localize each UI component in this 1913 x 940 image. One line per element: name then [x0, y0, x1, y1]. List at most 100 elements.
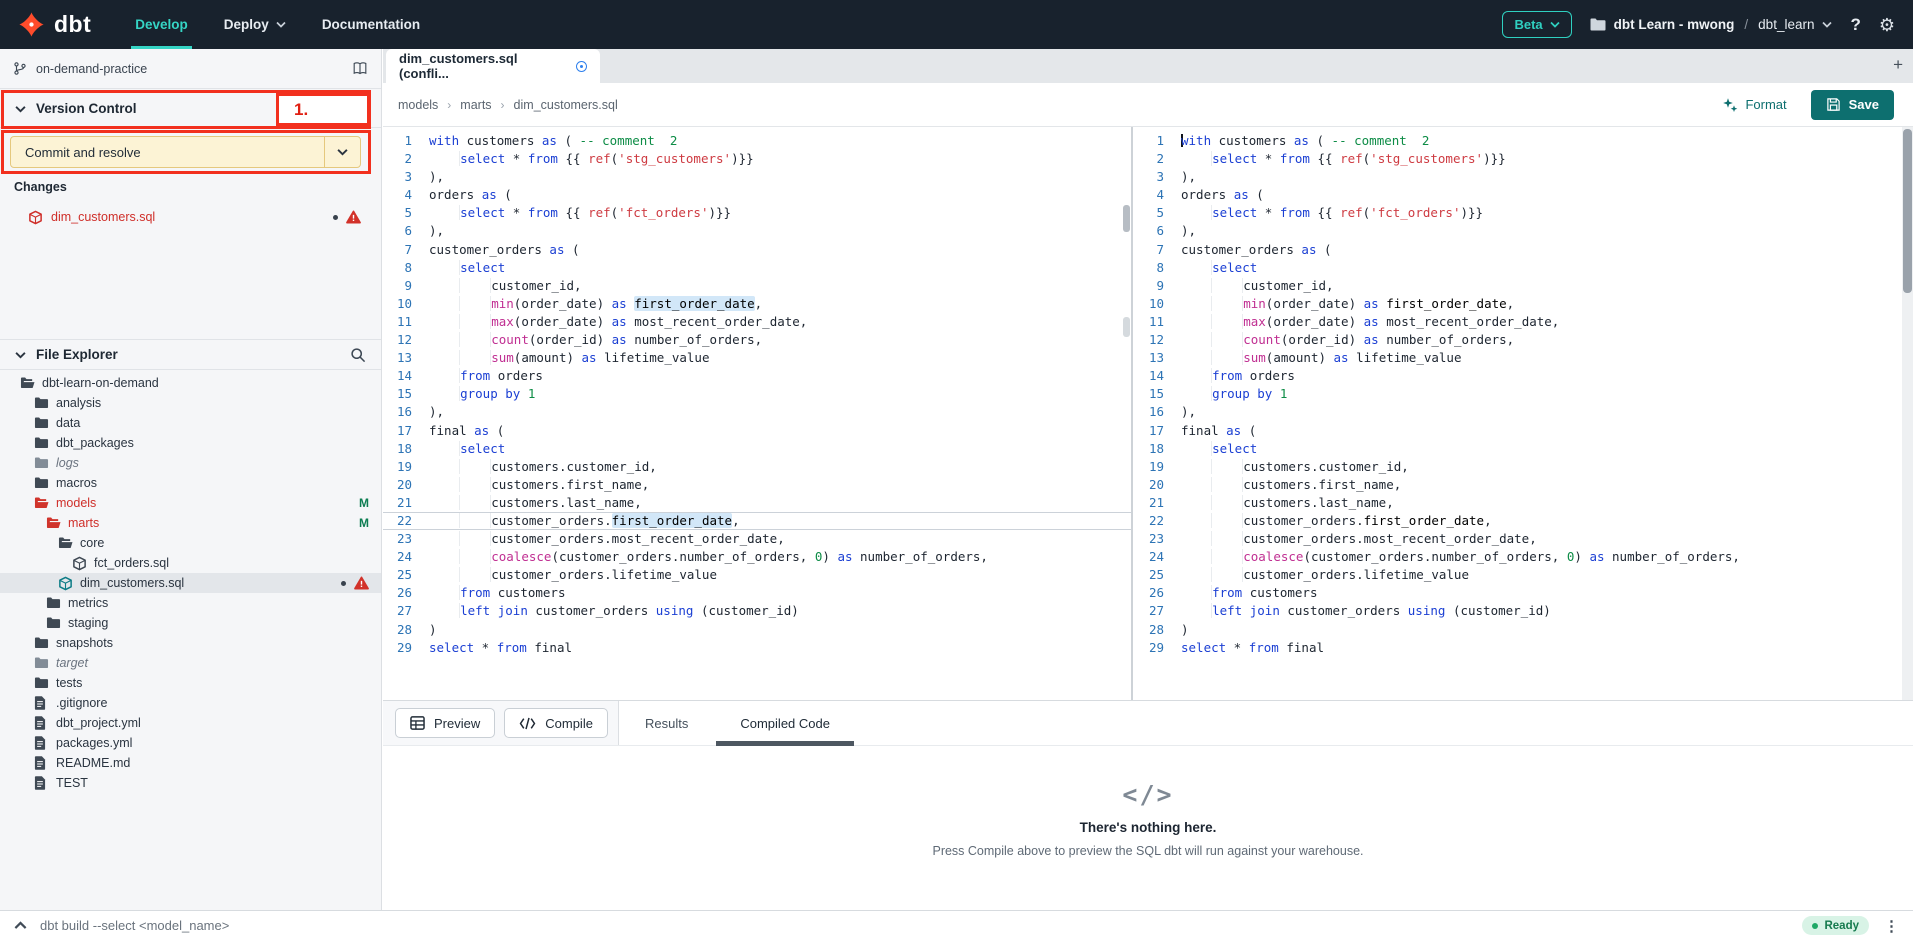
code-line-15[interactable]: 15 group by 1	[383, 385, 1131, 403]
code-line-7[interactable]: 7customer_orders as (	[1135, 241, 1913, 259]
chevron-up-icon[interactable]	[14, 921, 27, 930]
editor-tab[interactable]: dim_customers.sql (confli...	[386, 49, 600, 83]
code-line-13[interactable]: 13 sum(amount) as lifetime_value	[1135, 349, 1913, 367]
code-line-5[interactable]: 5 select * from {{ ref('fct_orders')}}	[1135, 204, 1913, 222]
code-line-9[interactable]: 9 customer_id,	[1135, 277, 1913, 295]
tree-item-macros[interactable]: macros	[0, 473, 381, 493]
code-line-9[interactable]: 9 customer_id,	[383, 277, 1131, 295]
code-line-25[interactable]: 25 customer_orders.lifetime_value	[383, 566, 1131, 584]
code-line-13[interactable]: 13 sum(amount) as lifetime_value	[383, 349, 1131, 367]
breadcrumb-marts[interactable]: marts	[460, 98, 491, 112]
code-line-18[interactable]: 18 select	[383, 440, 1131, 458]
preview-button[interactable]: Preview	[395, 708, 495, 738]
code-line-4[interactable]: 4orders as (	[1135, 186, 1913, 204]
tree-item-snapshots[interactable]: snapshots	[0, 633, 381, 653]
breadcrumb-models[interactable]: models	[398, 98, 438, 112]
code-line-24[interactable]: 24 coalesce(customer_orders.number_of_or…	[383, 548, 1131, 566]
code-line-28[interactable]: 28)	[383, 621, 1131, 639]
command-input[interactable]: dbt build --select <model_name>	[40, 918, 229, 933]
code-line-20[interactable]: 20 customers.first_name,	[383, 476, 1131, 494]
code-line-14[interactable]: 14 from orders	[1135, 367, 1913, 385]
code-line-10[interactable]: 10 min(order_date) as first_order_date,	[383, 295, 1131, 313]
code-line-25[interactable]: 25 customer_orders.lifetime_value	[1135, 566, 1913, 584]
code-line-29[interactable]: 29select * from final	[1135, 639, 1913, 657]
tree-item--gitignore[interactable]: .gitignore	[0, 693, 381, 713]
code-line-18[interactable]: 18 select	[1135, 440, 1913, 458]
code-line-19[interactable]: 19 customers.customer_id,	[383, 458, 1131, 476]
tree-item-staging[interactable]: staging	[0, 613, 381, 633]
code-line-26[interactable]: 26 from customers	[383, 584, 1131, 602]
format-button[interactable]: Format	[1722, 97, 1786, 113]
code-line-2[interactable]: 2 select * from {{ ref('stg_customers')}…	[1135, 150, 1913, 168]
tree-item-metrics[interactable]: metrics	[0, 593, 381, 613]
tree-item-fct-orders-sql[interactable]: fct_orders.sql	[0, 553, 381, 573]
code-line-3[interactable]: 3),	[383, 168, 1131, 186]
code-pane-left[interactable]: 1with customers as ( -- comment 22 selec…	[383, 127, 1133, 700]
code-line-11[interactable]: 11 max(order_date) as most_recent_order_…	[383, 313, 1131, 331]
compile-button[interactable]: Compile	[504, 708, 608, 738]
code-line-17[interactable]: 17final as (	[383, 422, 1131, 440]
tree-item-readme-md[interactable]: README.md	[0, 753, 381, 773]
code-line-10[interactable]: 10 min(order_date) as first_order_date,	[1135, 295, 1913, 313]
code-line-14[interactable]: 14 from orders	[383, 367, 1131, 385]
nav-deploy[interactable]: Deploy	[224, 0, 286, 49]
docs-book-icon[interactable]	[352, 61, 368, 76]
code-line-22[interactable]: 22 customer_orders.first_order_date,	[1135, 512, 1913, 530]
save-button[interactable]: Save	[1811, 90, 1894, 120]
code-line-21[interactable]: 21 customers.last_name,	[1135, 494, 1913, 512]
tree-item-data[interactable]: data	[0, 413, 381, 433]
project-switcher[interactable]: dbt Learn - mwong / dbt_learn	[1590, 17, 1833, 32]
right-pane-scrollbar-track[interactable]	[1902, 127, 1913, 700]
code-line-5[interactable]: 5 select * from {{ ref('fct_orders')}}	[383, 204, 1131, 222]
tree-item-dim-customers-sql[interactable]: dim_customers.sql	[0, 573, 381, 593]
tree-item-logs[interactable]: logs	[0, 453, 381, 473]
code-line-11[interactable]: 11 max(order_date) as most_recent_order_…	[1135, 313, 1913, 331]
code-line-24[interactable]: 24 coalesce(customer_orders.number_of_or…	[1135, 548, 1913, 566]
code-line-1[interactable]: 1with customers as ( -- comment 2	[1135, 132, 1913, 150]
code-line-26[interactable]: 26 from customers	[1135, 584, 1913, 602]
commit-dropdown-caret[interactable]	[324, 137, 360, 167]
code-line-28[interactable]: 28)	[1135, 621, 1913, 639]
code-line-12[interactable]: 12 count(order_id) as number_of_orders,	[1135, 331, 1913, 349]
code-line-1[interactable]: 1with customers as ( -- comment 2	[383, 132, 1131, 150]
gear-icon[interactable]: ⚙	[1879, 16, 1895, 34]
tree-item-dbt-project-yml[interactable]: dbt_project.yml	[0, 713, 381, 733]
kebab-menu-icon[interactable]: ⋮	[1884, 917, 1899, 935]
code-line-7[interactable]: 7customer_orders as (	[383, 241, 1131, 259]
tab-results[interactable]: Results	[619, 701, 714, 745]
nav-documentation[interactable]: Documentation	[322, 0, 420, 49]
breadcrumb-file[interactable]: dim_customers.sql	[514, 98, 618, 112]
code-line-3[interactable]: 3),	[1135, 168, 1913, 186]
code-line-15[interactable]: 15 group by 1	[1135, 385, 1913, 403]
tree-item-test[interactable]: TEST	[0, 773, 381, 793]
code-line-29[interactable]: 29select * from final	[383, 639, 1131, 657]
code-pane-right[interactable]: 1with customers as ( -- comment 22 selec…	[1135, 127, 1913, 700]
tab-compiled-code[interactable]: Compiled Code	[714, 701, 856, 745]
code-line-27[interactable]: 27 left join customer_orders using (cust…	[1135, 602, 1913, 620]
file-explorer-header[interactable]: File Explorer	[0, 339, 381, 370]
code-line-27[interactable]: 27 left join customer_orders using (cust…	[383, 602, 1131, 620]
tree-item-tests[interactable]: tests	[0, 673, 381, 693]
help-icon[interactable]: ?	[1850, 15, 1860, 35]
nav-develop[interactable]: Develop	[135, 0, 188, 49]
code-line-23[interactable]: 23 customer_orders.most_recent_order_dat…	[1135, 530, 1913, 548]
beta-toggle[interactable]: Beta	[1502, 11, 1571, 38]
tree-item-analysis[interactable]: analysis	[0, 393, 381, 413]
left-pane-scrollbar-thumb[interactable]	[1123, 205, 1130, 232]
code-line-21[interactable]: 21 customers.last_name,	[383, 494, 1131, 512]
code-line-16[interactable]: 16),	[383, 403, 1131, 421]
code-line-6[interactable]: 6),	[383, 222, 1131, 240]
code-line-6[interactable]: 6),	[1135, 222, 1913, 240]
branch-row[interactable]: on-demand-practice	[0, 49, 381, 89]
tree-item-marts[interactable]: martsM	[0, 513, 381, 533]
tree-item-dbt-learn-on-demand[interactable]: dbt-learn-on-demand	[0, 373, 381, 393]
code-line-8[interactable]: 8 select	[1135, 259, 1913, 277]
code-line-8[interactable]: 8 select	[383, 259, 1131, 277]
changed-file-item[interactable]: dim_customers.sql	[10, 206, 373, 228]
code-line-23[interactable]: 23 customer_orders.most_recent_order_dat…	[383, 530, 1131, 548]
code-line-4[interactable]: 4orders as (	[383, 186, 1131, 204]
code-line-20[interactable]: 20 customers.first_name,	[1135, 476, 1913, 494]
code-line-12[interactable]: 12 count(order_id) as number_of_orders,	[383, 331, 1131, 349]
code-line-19[interactable]: 19 customers.customer_id,	[1135, 458, 1913, 476]
right-pane-scrollbar-thumb[interactable]	[1903, 129, 1912, 293]
